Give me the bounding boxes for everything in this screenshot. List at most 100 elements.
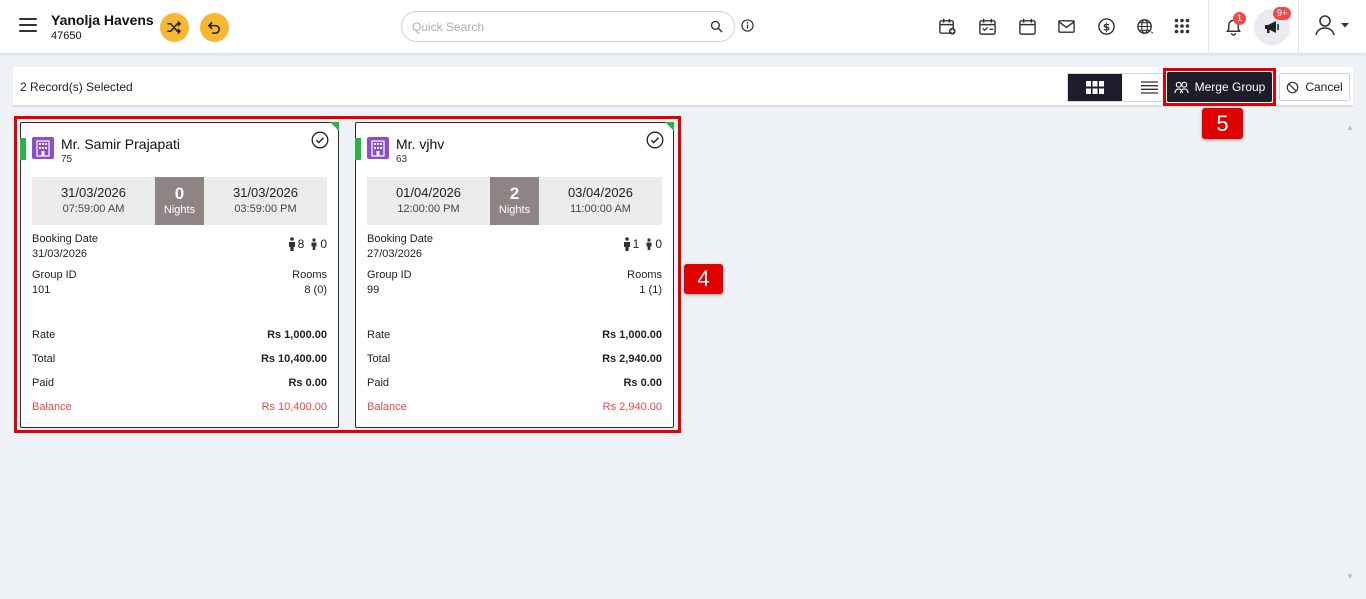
- cancel-label: Cancel: [1305, 80, 1343, 94]
- rate-label: Rate: [32, 329, 56, 341]
- total-value: Rs 2,940.00: [602, 353, 662, 365]
- guest-name: Mr. Samir Prajapati: [61, 136, 181, 152]
- search-input[interactable]: [412, 18, 702, 36]
- nights-box: 0 Nights: [155, 177, 204, 225]
- group-icon: [1173, 81, 1189, 93]
- calendar-check-icon[interactable]: [977, 16, 997, 36]
- user-icon: [1315, 15, 1335, 36]
- balance-value: Rs 10,400.00: [261, 401, 327, 413]
- search-icon[interactable]: [710, 20, 723, 33]
- nights-label: Nights: [163, 204, 196, 216]
- child-icon: [646, 238, 652, 250]
- child-icon: [311, 238, 317, 250]
- divider: [1298, 0, 1299, 54]
- rooms-value: 8 (0): [304, 284, 327, 296]
- adult-icon: [623, 237, 630, 251]
- menu-icon[interactable]: [19, 18, 37, 32]
- user-menu[interactable]: [1312, 15, 1352, 36]
- paid-value: Rs 0.00: [288, 377, 327, 389]
- building-icon: [32, 137, 54, 159]
- child-count: 0: [655, 237, 662, 251]
- balance-value: Rs 2,940.00: [602, 401, 662, 413]
- nights-count: 0: [174, 184, 185, 203]
- ban-icon: [1287, 81, 1299, 93]
- merge-group-button[interactable]: Merge Group: [1167, 72, 1272, 102]
- grid-icon: [1086, 81, 1104, 94]
- announcement-badge: 9+: [1273, 7, 1292, 20]
- hotel-name: Yanolja Havens: [51, 12, 154, 28]
- selected-count: 2 Record(s) Selected: [20, 80, 133, 94]
- undo-button[interactable]: [200, 13, 229, 42]
- dollar-icon[interactable]: $: [1096, 16, 1116, 36]
- booking-card-2[interactable]: Mr. vjhv 63 01/04/2026 12:00:00 PM 2 Nig…: [355, 122, 674, 428]
- selection-toolbar: 2 Record(s) Selected: [13, 67, 1353, 107]
- adult-icon: [288, 237, 295, 251]
- rate-label: Rate: [367, 329, 391, 341]
- shuffle-button[interactable]: [160, 13, 189, 42]
- mail-icon[interactable]: [1056, 16, 1076, 36]
- check-circle-icon[interactable]: [311, 131, 329, 149]
- notification-badge: 1: [1233, 12, 1247, 25]
- stay-dates: 31/03/2026 07:59:00 AM 0 Nights 31/03/20…: [32, 177, 327, 225]
- check-circle-icon[interactable]: [646, 131, 664, 149]
- divider: [1208, 0, 1209, 54]
- booking-date-label: Booking Date: [32, 233, 99, 245]
- group-id-value: 99: [367, 284, 380, 296]
- balance-label: Balance: [32, 401, 72, 413]
- total-label: Total: [367, 353, 391, 365]
- stay-dates: 01/04/2026 12:00:00 PM 2 Nights 03/04/20…: [367, 177, 662, 225]
- cancel-button[interactable]: Cancel: [1279, 73, 1350, 101]
- scroll-up-arrow[interactable]: ▲: [1346, 123, 1354, 132]
- arrival-time: 07:59:00 AM: [62, 203, 125, 215]
- balance-label: Balance: [367, 401, 407, 413]
- scroll-down-arrow[interactable]: ▼: [1346, 572, 1354, 581]
- calendar-add-icon[interactable]: [937, 16, 957, 36]
- guest-id: 75: [61, 154, 73, 165]
- status-bar: [355, 138, 361, 160]
- total-label: Total: [32, 353, 56, 365]
- building-icon: [367, 137, 389, 159]
- departure-time: 11:00:00 AM: [570, 203, 631, 215]
- guest-id: 63: [396, 154, 408, 165]
- merge-group-label: Merge Group: [1194, 80, 1266, 94]
- rate-value: Rs 1,000.00: [602, 329, 662, 341]
- apps-grid-icon[interactable]: [1172, 16, 1192, 36]
- paid-label: Paid: [32, 377, 55, 389]
- caret-down-icon: [1341, 23, 1349, 28]
- status-bar: [20, 138, 26, 160]
- booking-card-1[interactable]: Mr. Samir Prajapati 75 31/03/2026 07:59:…: [20, 122, 339, 428]
- svg-text:$: $: [1102, 21, 1109, 33]
- rooms-value: 1 (1): [639, 284, 662, 296]
- callout-5: 5: [1202, 108, 1243, 139]
- pax-count: 1 0: [623, 237, 662, 251]
- callout-4: 4: [684, 264, 723, 294]
- departure-date: 31/03/2026: [232, 185, 299, 200]
- guest-name: Mr. vjhv: [396, 136, 445, 152]
- view-toggle: [1067, 73, 1177, 102]
- globe-icon[interactable]: [1135, 16, 1155, 36]
- nights-count: 2: [509, 184, 520, 203]
- group-id-value: 101: [32, 284, 51, 296]
- arrival-date: 31/03/2026: [60, 185, 127, 200]
- group-id-label: Group ID: [367, 269, 412, 281]
- info-icon[interactable]: [741, 19, 754, 32]
- booking-date-label: Booking Date: [367, 233, 434, 245]
- hotel-code: 47650: [51, 30, 82, 42]
- status-corner: [665, 122, 674, 131]
- pax-count: 8 0: [288, 237, 327, 251]
- rooms-label: Rooms: [292, 269, 327, 281]
- grid-view-button[interactable]: [1068, 74, 1122, 101]
- calendar-icon[interactable]: [1017, 16, 1037, 36]
- adult-count: 8: [297, 237, 305, 251]
- shuffle-icon: [167, 21, 181, 34]
- arrival-date: 01/04/2026: [395, 185, 462, 200]
- top-bar: Yanolja Havens 47650 $ 1 9+: [0, 0, 1366, 54]
- arrival-time: 12:00:00 PM: [397, 203, 460, 215]
- paid-value: Rs 0.00: [623, 377, 662, 389]
- total-value: Rs 10,400.00: [260, 353, 327, 365]
- undo-icon: [208, 22, 220, 34]
- paid-label: Paid: [367, 377, 390, 389]
- group-id-label: Group ID: [32, 269, 77, 281]
- booking-date-value: 27/03/2026: [367, 248, 423, 260]
- megaphone-icon: [1265, 21, 1279, 33]
